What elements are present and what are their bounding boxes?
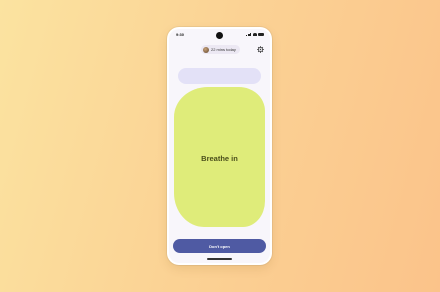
breathing-instruction: Breathe in xyxy=(201,154,238,163)
hint-bar xyxy=(178,68,261,84)
gear-icon[interactable] xyxy=(257,46,264,53)
dont-open-button[interactable]: Don't open xyxy=(173,239,266,253)
status-bar: 9:30 xyxy=(169,29,270,41)
app-header: 22 mins today xyxy=(169,45,270,55)
user-avatar xyxy=(203,46,209,53)
phone-frame: 9:30 22 mins today Breathe in Don't open xyxy=(167,27,272,265)
practice-time-pill[interactable]: 22 mins today xyxy=(201,45,240,54)
home-indicator[interactable] xyxy=(207,258,232,260)
status-time: 9:30 xyxy=(176,32,185,37)
app-screen: 9:30 22 mins today Breathe in Don't open xyxy=(169,29,270,263)
wifi-icon xyxy=(252,33,257,36)
practice-time-label: 22 mins today xyxy=(211,47,236,52)
front-camera xyxy=(216,32,223,39)
signal-icon xyxy=(246,33,251,36)
status-icons xyxy=(246,33,264,36)
battery-icon xyxy=(258,33,264,36)
breathing-blob: Breathe in xyxy=(174,87,265,227)
